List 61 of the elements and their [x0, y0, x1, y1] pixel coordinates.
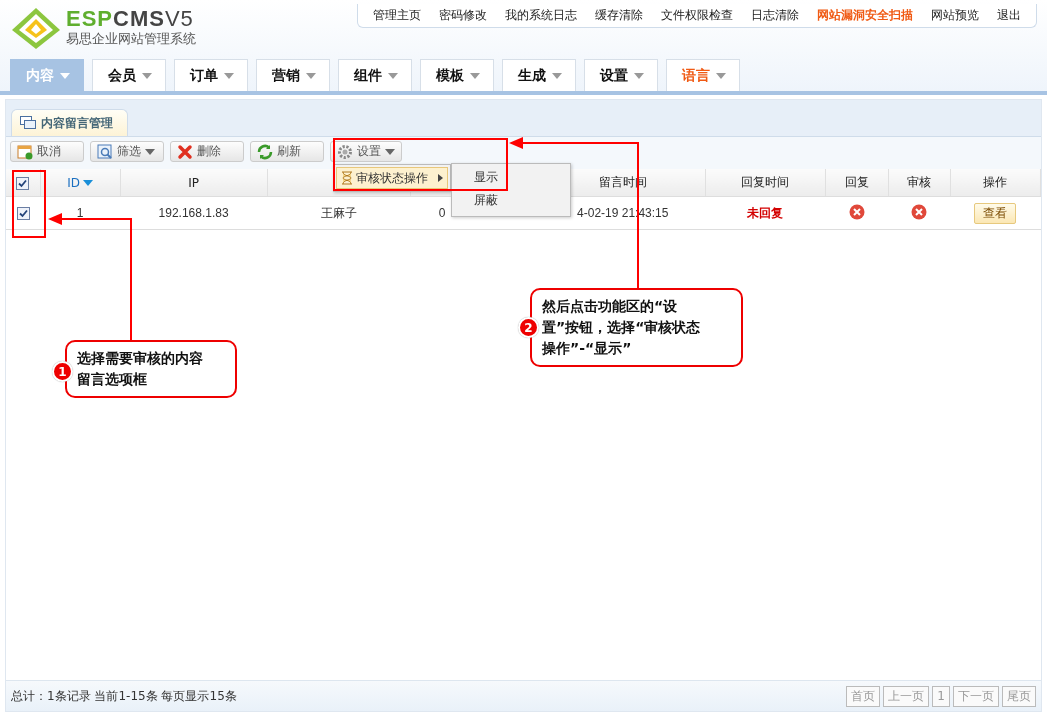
- caret-icon: [142, 72, 152, 79]
- table-cell: 0: [438, 206, 446, 220]
- view-button[interactable]: 查看: [974, 202, 1017, 224]
- caret-icon: [552, 72, 562, 79]
- caret-icon: [224, 72, 234, 79]
- nav-link[interactable]: 网站预览: [922, 7, 988, 24]
- caret-icon: [470, 72, 480, 79]
- highlight-frame: [12, 170, 46, 238]
- record-summary: 总计：1条记录 当前1-15条 每页显示15条: [11, 687, 237, 705]
- menu-tab[interactable]: 订单: [174, 59, 248, 91]
- menu-tab[interactable]: 生成: [502, 59, 576, 91]
- status-text: 未回复: [747, 205, 784, 220]
- toolbar-button[interactable]: 删除: [170, 141, 244, 162]
- caret-icon: [145, 148, 155, 155]
- logo-icon: [10, 6, 62, 50]
- menu-tab[interactable]: 设置: [584, 59, 658, 91]
- callout-note: 选择需要审核的内容留言选项框: [65, 340, 237, 398]
- monitor-icon: [20, 116, 36, 130]
- nav-link[interactable]: 文件权限检查: [652, 7, 742, 24]
- menu-tab[interactable]: 会员: [92, 59, 166, 91]
- checkbox[interactable]: [16, 176, 30, 190]
- caret-icon: [634, 72, 644, 79]
- menu-tab[interactable]: 模板: [420, 59, 494, 91]
- toolbar-button[interactable]: 刷新: [250, 141, 324, 162]
- submenu-arrow-icon: [438, 174, 443, 182]
- calendar-icon: [17, 143, 33, 160]
- magnifier-icon: [97, 143, 113, 160]
- menu-item[interactable]: 显示: [472, 168, 500, 186]
- toolbar-button[interactable]: 取消: [10, 141, 84, 162]
- nav-link[interactable]: 缓存清除: [586, 7, 652, 24]
- column-header[interactable]: IP: [188, 175, 199, 190]
- sort-down-icon: [82, 179, 93, 186]
- panel-tab[interactable]: 内容留言管理: [11, 109, 128, 136]
- table-cell: 1: [76, 206, 84, 220]
- refresh-icon: [257, 143, 273, 160]
- nav-link[interactable]: 退出: [988, 7, 1030, 24]
- nav-link[interactable]: 密码修改: [430, 7, 496, 24]
- menu-tab[interactable]: 组件: [338, 59, 412, 91]
- table-cell: 192.168.1.83: [158, 206, 229, 220]
- cross-icon: [177, 143, 193, 160]
- menu-item[interactable]: 审核状态操作: [336, 167, 448, 189]
- menu-item[interactable]: 屏蔽: [472, 191, 500, 209]
- nav-link[interactable]: 日志清除: [742, 7, 808, 24]
- checkbox[interactable]: [16, 207, 30, 221]
- nav-link[interactable]: 管理主页: [364, 7, 430, 24]
- column-header[interactable]: ID: [67, 175, 93, 190]
- caret-icon: [306, 72, 316, 79]
- caret-icon: [60, 72, 70, 79]
- logo-text: ESPCMSV5: [66, 8, 195, 30]
- toolbar-button[interactable]: 设置: [330, 141, 402, 162]
- logo-subtitle: 易思企业网站管理系统: [66, 30, 196, 48]
- table-cell: 王麻子: [320, 205, 357, 220]
- gear-icon: [337, 143, 353, 160]
- caret-icon: [716, 72, 726, 79]
- menu-tab[interactable]: 营销: [256, 59, 330, 91]
- column-header[interactable]: 操作: [983, 174, 1008, 191]
- hourglass-icon: [341, 171, 353, 185]
- toolbar-button[interactable]: 筛选: [90, 141, 164, 162]
- caret-icon: [385, 148, 395, 155]
- nav-link[interactable]: 我的系统日志: [496, 7, 586, 24]
- caret-icon: [388, 72, 398, 79]
